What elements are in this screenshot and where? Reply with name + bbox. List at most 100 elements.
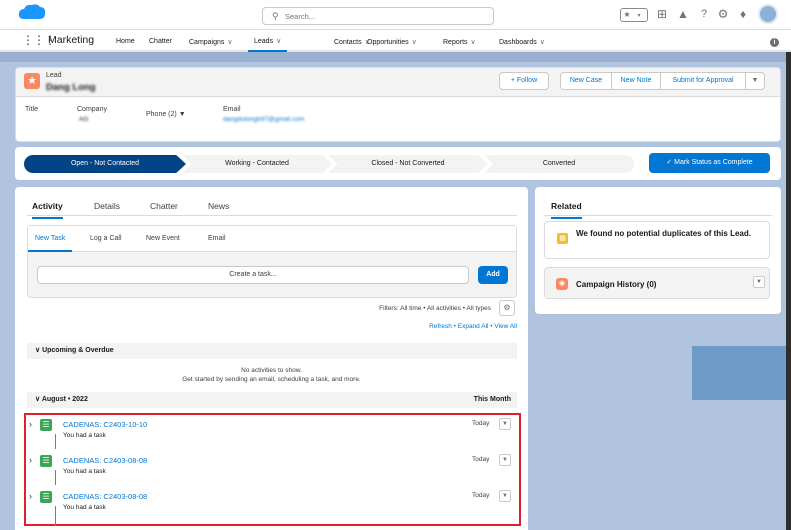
- more-actions-chevron-icon[interactable]: ▼: [745, 72, 765, 90]
- activity-links[interactable]: Refresh • Expand All • View All: [15, 323, 517, 330]
- favorites-list-icon[interactable]: ▾: [633, 10, 645, 22]
- tab-new-task[interactable]: New Task: [28, 226, 73, 252]
- record-header: ★ Lead Dang Long + Follow New Case New N…: [16, 68, 780, 97]
- tab-news[interactable]: News: [208, 201, 229, 211]
- task-title-link[interactable]: CADENAS: C2403-10-10: [63, 420, 147, 429]
- nav-item-home[interactable]: Home: [116, 38, 135, 45]
- favorites-star-icon[interactable]: ★: [621, 9, 633, 21]
- related-card: Related ▦ We found no potential duplicat…: [535, 187, 781, 314]
- month-section-header[interactable]: ∨ August • 2022 This Month: [27, 392, 517, 408]
- task-date: Today: [472, 492, 490, 499]
- campaign-history-title[interactable]: Campaign History (0): [576, 280, 656, 289]
- favorites-button[interactable]: ★ ▾: [620, 8, 648, 22]
- tab-divider: [27, 215, 517, 216]
- nav-item-dashboards[interactable]: Dashboards ∨: [499, 38, 545, 46]
- info-icon[interactable]: i: [770, 38, 779, 47]
- path-stage-converted[interactable]: Converted: [484, 155, 634, 173]
- email-link[interactable]: dangdulongtr87@gmail.com: [223, 116, 304, 123]
- task-title-link[interactable]: CADENAS: C2403-08-08: [63, 456, 147, 465]
- nav-item-chatter[interactable]: Chatter: [149, 38, 172, 45]
- tab-related[interactable]: Related: [551, 201, 582, 219]
- help-icon[interactable]: ?: [697, 7, 711, 21]
- duplicates-message: We found no potential duplicates of this…: [576, 229, 751, 238]
- record-highlights-panel: ★ Lead Dang Long + Follow New Case New N…: [15, 67, 781, 142]
- path-stage-working-contacted[interactable]: Working - Contacted: [182, 155, 332, 173]
- trailhead-icon[interactable]: ▲: [676, 7, 690, 21]
- task-menu-chevron-icon[interactable]: ▼: [499, 454, 511, 466]
- nav-item-contacts[interactable]: Contacts ∨: [334, 38, 370, 46]
- global-search-input[interactable]: ⚲ Search...: [262, 7, 494, 25]
- chevron-down-icon[interactable]: ∨: [276, 38, 281, 45]
- new-note-button[interactable]: New Note: [611, 72, 661, 90]
- task-subtitle: You had a task: [63, 504, 106, 511]
- app-name: Marketing: [48, 34, 95, 46]
- tab-details[interactable]: Details: [94, 201, 120, 211]
- user-avatar[interactable]: [758, 4, 778, 24]
- no-activities-text: No activities to show.: [241, 367, 302, 374]
- tab-chatter[interactable]: Chatter: [150, 201, 178, 211]
- nav-item-opportunities[interactable]: Opportunities ∨: [367, 38, 417, 46]
- path-stage-closed-not-converted[interactable]: Closed - Not Converted: [328, 155, 488, 173]
- setup-gear-icon[interactable]: ⚙: [716, 7, 730, 21]
- upcoming-overdue-section[interactable]: ∨ Upcoming & Overdue: [27, 343, 517, 359]
- tab-new-event[interactable]: New Event: [146, 235, 180, 242]
- tab-email[interactable]: Email: [208, 235, 226, 242]
- navigation-bar: ⋮⋮⋮ Marketing Home Chatter Campaigns ∨ Co…: [0, 30, 791, 52]
- app-launcher-icon[interactable]: ⋮⋮⋮: [22, 34, 56, 46]
- tab-log-a-call[interactable]: Log a Call: [90, 235, 122, 242]
- campaign-icon: ◉: [556, 278, 568, 290]
- task-icon: ☰: [40, 419, 52, 431]
- follow-button[interactable]: + Follow: [499, 72, 549, 90]
- overlay-panel: [692, 346, 791, 400]
- chevron-down-icon[interactable]: ∨: [471, 39, 476, 46]
- create-task-input[interactable]: Create a task...: [37, 266, 469, 284]
- tab-divider: [544, 215, 772, 216]
- this-month-label: This Month: [473, 396, 511, 403]
- path-stage-open-not-contacted[interactable]: Open - Not Contacted: [24, 155, 186, 173]
- mark-status-complete-button[interactable]: ✓ Mark Status as Complete: [649, 153, 770, 173]
- search-icon: ⚲: [272, 11, 279, 21]
- nav-item-campaigns[interactable]: Campaigns ∨: [189, 38, 233, 46]
- global-header: ⚲ Search... ★ ▾ ⊞ ▲ ? ⚙ ♦: [0, 0, 791, 30]
- salesforce-logo-icon[interactable]: [18, 3, 46, 21]
- activity-card: Activity Details Chatter News New Task L…: [15, 187, 528, 530]
- campaign-history-card[interactable]: ◉ Campaign History (0) ▼: [544, 267, 770, 299]
- timeline-task-item: › ☰ CADENAS: C2403-08-08 You had a task …: [26, 487, 519, 523]
- chevron-down-icon[interactable]: ∨: [35, 347, 40, 354]
- chevron-down-icon[interactable]: ∨: [540, 39, 545, 46]
- task-icon: ☰: [40, 455, 52, 467]
- phone-field-label[interactable]: Phone (2) ▼: [146, 111, 186, 118]
- campaign-menu-chevron-icon[interactable]: ▼: [753, 276, 765, 288]
- composer-tab-bar: New Task Log a Call New Event Email: [28, 226, 516, 252]
- timeline-task-item: › ☰ CADENAS: C2403-08-08 You had a task …: [26, 451, 519, 487]
- checkmark-icon: ✓: [666, 159, 673, 166]
- timeline-task-item: › ☰ CADENAS: C2403-10-10 You had a task …: [26, 415, 519, 451]
- task-icon: ☰: [40, 491, 52, 503]
- tab-activity[interactable]: Activity: [32, 201, 63, 219]
- new-case-button[interactable]: New Case: [560, 72, 612, 90]
- object-label: Lead: [46, 72, 62, 79]
- filter-settings-gear-icon[interactable]: ⚙: [499, 300, 515, 316]
- task-menu-chevron-icon[interactable]: ▼: [499, 418, 511, 430]
- company-field-label: Company: [77, 106, 107, 113]
- task-menu-chevron-icon[interactable]: ▼: [499, 490, 511, 502]
- task-title-link[interactable]: CADENAS: C2403-08-08: [63, 492, 147, 501]
- task-date: Today: [472, 420, 490, 427]
- expand-chevron-icon[interactable]: ›: [29, 455, 32, 465]
- expand-chevron-icon[interactable]: ›: [29, 419, 32, 429]
- record-name: Dang Long: [46, 82, 96, 93]
- global-actions-icon[interactable]: ⊞: [655, 7, 669, 21]
- submit-for-approval-button[interactable]: Submit for Approval: [660, 72, 746, 90]
- expand-chevron-icon[interactable]: ›: [29, 491, 32, 501]
- chevron-down-icon[interactable]: ∨: [227, 39, 232, 46]
- activity-filters: Filters: All time • All activities • All…: [379, 305, 491, 312]
- nav-item-leads[interactable]: Leads ∨: [248, 29, 288, 52]
- notifications-bell-icon[interactable]: ♦: [736, 7, 750, 21]
- chevron-down-icon[interactable]: ∨: [412, 39, 417, 46]
- add-task-button[interactable]: Add: [478, 266, 508, 284]
- lead-star-icon: ★: [24, 73, 40, 89]
- chevron-down-icon[interactable]: ∨: [35, 396, 40, 403]
- phone-dropdown-icon[interactable]: ▼: [179, 111, 186, 118]
- nav-item-reports[interactable]: Reports ∨: [443, 38, 476, 46]
- no-activities-hint: Get started by sending an email, schedul…: [182, 376, 361, 383]
